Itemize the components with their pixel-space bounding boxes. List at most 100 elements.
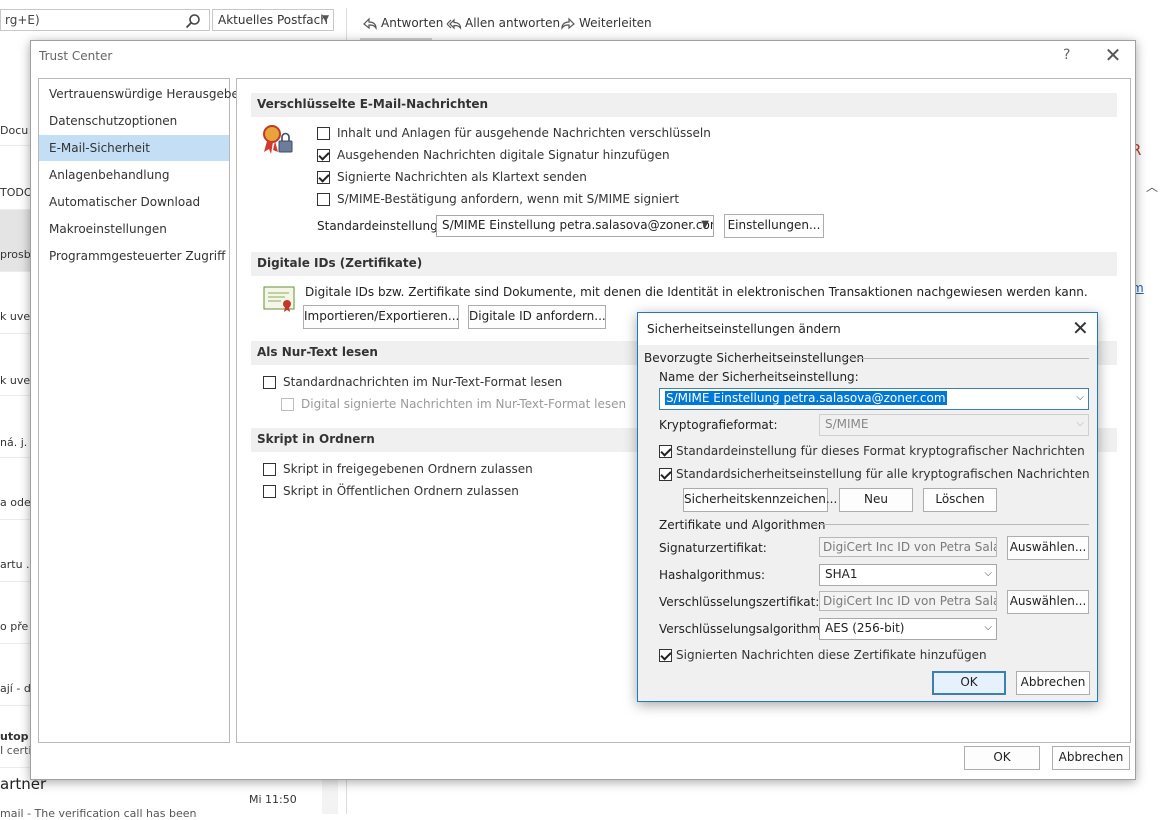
read-signed-plaintext-checkbox bbox=[281, 397, 294, 411]
signing-cert-field: DigiCert Inc ID von Petra Salašová bbox=[819, 537, 997, 557]
choose-encryption-cert-button[interactable]: Auswählen... bbox=[1007, 590, 1089, 614]
trust-center-nav: Vertrauenswürdige Herausgeber Datenschut… bbox=[38, 78, 244, 743]
trust-center-ok-button[interactable]: OK bbox=[964, 746, 1040, 770]
chevron-down-icon: ⌵ bbox=[1076, 418, 1084, 429]
encrypt-content-checkbox[interactable] bbox=[317, 126, 330, 140]
list-item[interactable]: TODO bbox=[0, 148, 32, 210]
encrypt-content-option[interactable]: Inhalt und Anlagen für ausgehende Nachri… bbox=[317, 126, 711, 140]
script-public-folders-option[interactable]: Skript in Öffentlichen Ordnern zulassen bbox=[263, 484, 519, 498]
smime-receipt-option[interactable]: S/MIME-Bestätigung anfordern, wenn mit S… bbox=[317, 192, 679, 206]
search-scope-label: Aktuelles Postfach bbox=[218, 13, 328, 27]
delete-button[interactable]: Löschen bbox=[923, 488, 997, 512]
list-item[interactable]: utop I certi bbox=[0, 706, 32, 768]
forward-icon bbox=[561, 17, 575, 30]
default-format-checkbox[interactable] bbox=[659, 444, 672, 458]
dialog-title: Sicherheitseinstellungen ändern bbox=[647, 322, 841, 336]
nav-item-privacy[interactable]: Datenschutzoptionen bbox=[39, 108, 229, 134]
read-signed-plaintext-option: Digital signierte Nachrichten im Nur-Tex… bbox=[281, 397, 626, 411]
chevron-down-icon: ⌵ bbox=[984, 568, 992, 579]
nav-item-auto-download[interactable]: Automatischer Download bbox=[39, 189, 229, 215]
nav-item-attachments[interactable]: Anlagenbehandlung bbox=[39, 162, 229, 188]
script-shared-folders-checkbox[interactable] bbox=[263, 462, 276, 476]
list-item[interactable]: a ode bbox=[0, 458, 32, 520]
security-labels-button[interactable]: Sicherheitskennzeichen... bbox=[683, 488, 837, 512]
reply-all-label: Allen antworten bbox=[465, 16, 561, 30]
group-title-preferred: Bevorzugte Sicherheitseinstellungen bbox=[644, 351, 865, 365]
list-item[interactable]: k uve bbox=[0, 334, 32, 396]
default-setting-label: Standardeinstellung: bbox=[317, 219, 442, 233]
chevron-down-icon[interactable]: ⌵ bbox=[1076, 392, 1084, 403]
smime-receipt-checkbox[interactable] bbox=[317, 192, 330, 206]
name-label: Name der Sicherheitseinstellung: bbox=[659, 370, 859, 384]
close-icon[interactable]: ✕ bbox=[1103, 44, 1123, 66]
encryption-cert-field: DigiCert Inc ID von Petra Salašová bbox=[819, 591, 997, 611]
list-item[interactable]: o pře bbox=[0, 582, 32, 644]
mail-time: Mi 11:50 bbox=[249, 793, 297, 806]
section-header-encrypted-email: Verschlüsselte E-Mail-Nachrichten bbox=[251, 93, 1117, 117]
encryption-cert-label: Verschlüsselungszertifikat: bbox=[659, 595, 820, 609]
close-icon[interactable]: ✕ bbox=[1072, 317, 1089, 339]
digital-signature-option[interactable]: Ausgehenden Nachrichten digitale Signatu… bbox=[317, 148, 670, 162]
group-title-certs: Zertifikate und Algorithmen bbox=[659, 518, 826, 532]
security-setting-name-combo[interactable]: S/MIME Einstellung petra.salasova@zoner.… bbox=[659, 388, 1089, 410]
reply-icon bbox=[363, 17, 377, 30]
default-setting-dropdown[interactable]: S/MIME Einstellung petra.salasova@zoner.… bbox=[436, 215, 714, 237]
chevron-down-icon: ▼ bbox=[701, 219, 709, 230]
list-item[interactable]: ají - d bbox=[0, 644, 32, 706]
crypto-format-label: Kryptografieformat: bbox=[659, 418, 778, 432]
script-shared-folders-option[interactable]: Skript in freigegebenen Ordnern zulassen bbox=[263, 462, 533, 476]
digital-signature-checkbox[interactable] bbox=[317, 148, 330, 162]
group-divider bbox=[840, 358, 1089, 359]
reply-all-icon bbox=[446, 18, 462, 30]
chevron-down-icon: ▼ bbox=[322, 14, 329, 24]
trust-center-cancel-button[interactable]: Abbrechen bbox=[1052, 746, 1130, 770]
add-certs-option[interactable]: Signierten Nachrichten diese Zertifikate… bbox=[659, 648, 987, 662]
ok-button[interactable]: OK bbox=[932, 671, 1006, 695]
search-scope-dropdown[interactable]: Aktuelles Postfach ▼ bbox=[212, 9, 334, 31]
request-digital-id-button[interactable]: Digitale ID anfordern... bbox=[468, 305, 606, 329]
hash-algorithm-dropdown[interactable]: SHA1 ⌵ bbox=[819, 564, 997, 586]
certificate-lock-icon bbox=[263, 125, 293, 154]
list-item[interactable]: ná. j. bbox=[0, 396, 32, 458]
reply-button[interactable]: Antworten bbox=[362, 13, 443, 33]
default-format-option[interactable]: Standardeinstellung für dieses Format kr… bbox=[659, 444, 1085, 458]
list-item[interactable]: Docu bbox=[0, 84, 32, 146]
forward-button[interactable]: Weiterleiten bbox=[560, 13, 652, 33]
search-input[interactable]: rg+E) bbox=[0, 9, 210, 31]
list-item[interactable]: k uve bbox=[0, 272, 32, 334]
encryption-algorithm-dropdown[interactable]: AES (256-bit) ⌵ bbox=[819, 618, 997, 640]
default-all-checkbox[interactable] bbox=[659, 467, 672, 481]
hash-algorithm-label: Hashalgorithmus: bbox=[659, 568, 766, 582]
search-icon[interactable] bbox=[185, 13, 201, 29]
add-certs-checkbox[interactable] bbox=[659, 648, 672, 662]
cancel-button[interactable]: Abbrechen bbox=[1016, 671, 1090, 695]
choose-signing-cert-button[interactable]: Auswählen... bbox=[1007, 536, 1089, 560]
group-divider bbox=[812, 524, 1089, 525]
encryption-algorithm-label: Verschlüsselungsalgorithmus: bbox=[659, 622, 839, 636]
list-item[interactable]: prosb bbox=[0, 210, 32, 272]
nav-item-trusted-publishers[interactable]: Vertrauenswürdige Herausgeber bbox=[39, 81, 244, 107]
section-header-digital-ids: Digitale IDs (Zertifikate) bbox=[251, 252, 1117, 276]
dialog-title: Trust Center bbox=[39, 49, 113, 63]
dialog-titlebar: Sicherheitseinstellungen ändern ✕ bbox=[638, 313, 1097, 345]
import-export-button[interactable]: Importieren/Exportieren... bbox=[303, 305, 459, 329]
read-plaintext-option[interactable]: Standardnachrichten im Nur-Text-Format l… bbox=[263, 375, 562, 389]
read-plaintext-checkbox[interactable] bbox=[263, 375, 276, 389]
help-icon[interactable]: ? bbox=[1063, 47, 1070, 63]
default-all-option[interactable]: Standardsicherheitseinstellung für alle … bbox=[659, 467, 1090, 481]
script-public-folders-checkbox[interactable] bbox=[263, 484, 276, 498]
reply-all-button[interactable]: Allen antworten bbox=[446, 13, 560, 33]
clear-text-checkbox[interactable] bbox=[317, 170, 330, 184]
clear-text-option[interactable]: Signierte Nachrichten als Klartext sende… bbox=[317, 170, 587, 184]
chevron-up-icon[interactable]: ︿ bbox=[1146, 178, 1158, 195]
nav-item-email-security[interactable]: E-Mail-Sicherheit bbox=[39, 135, 229, 161]
new-button[interactable]: Neu bbox=[839, 488, 913, 512]
message-list: Docu TODO prosb k uve k uve ná. j. a ode… bbox=[0, 60, 32, 814]
settings-button[interactable]: Einstellungen... bbox=[724, 214, 824, 238]
reply-label: Antworten bbox=[381, 16, 444, 30]
chevron-down-icon: ⌵ bbox=[984, 622, 992, 633]
nav-item-programmatic-access[interactable]: Programmgesteuerter Zugriff bbox=[39, 243, 229, 269]
list-item[interactable]: artu . bbox=[0, 520, 32, 582]
nav-item-macros[interactable]: Makroeinstellungen bbox=[39, 216, 229, 242]
signing-cert-label: Signaturzertifikat: bbox=[659, 541, 767, 555]
